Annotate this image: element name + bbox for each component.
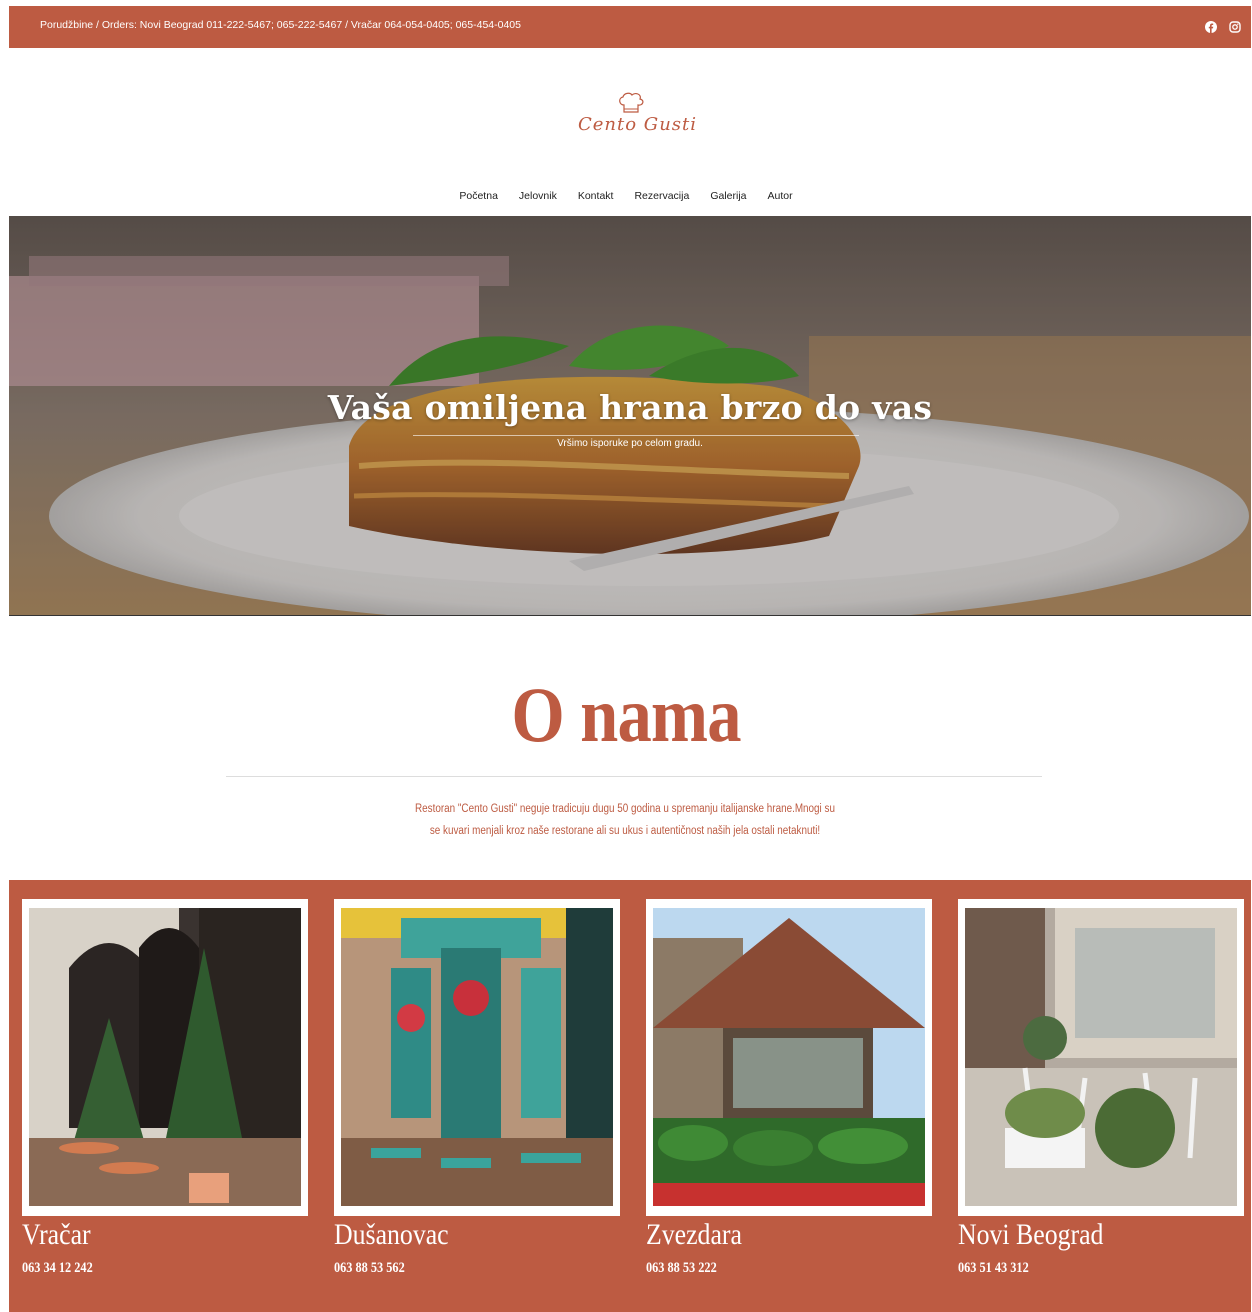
orders-info: Porudžbine / Orders: Novi Beograd 011-22… <box>40 19 521 31</box>
about-divider <box>226 776 1042 777</box>
nav-item-galerija[interactable]: Galerija <box>710 190 746 202</box>
locations-section: Vračar 063 34 12 242 Dušanovac 063 88 53 <box>9 880 1251 1312</box>
social-links <box>1205 21 1241 33</box>
top-bar: Porudžbine / Orders: Novi Beograd 011-22… <box>9 6 1251 48</box>
instagram-icon[interactable] <box>1229 21 1241 33</box>
location-photo-vracar <box>29 908 301 1206</box>
location-phone[interactable]: 063 51 43 312 <box>958 1260 1193 1277</box>
location-phone[interactable]: 063 34 12 242 <box>22 1260 257 1277</box>
location-photo-zvezdara <box>653 908 925 1206</box>
location-photo-dusanovac <box>341 908 613 1206</box>
location-photo-novi-beograd <box>965 908 1237 1206</box>
location-name: Novi Beograd <box>958 1218 1104 1251</box>
main-nav: Početna Jelovnik Kontakt Rezervacija Gal… <box>0 190 1252 202</box>
location-name: Zvezdara <box>646 1218 742 1251</box>
location-phone[interactable]: 063 88 53 562 <box>334 1260 569 1277</box>
hero-title: Vaša omiljena hrana brzo do vas <box>327 388 933 427</box>
about-title: O nama <box>511 671 741 758</box>
location-card[interactable]: Zvezdara 063 88 53 222 <box>646 899 932 1277</box>
location-card[interactable]: Novi Beograd 063 51 43 312 <box>958 899 1244 1277</box>
location-phone[interactable]: 063 88 53 222 <box>646 1260 881 1277</box>
location-name: Vračar <box>22 1218 91 1251</box>
location-name: Dušanovac <box>334 1218 449 1251</box>
site-logo[interactable]: Cento Gusti <box>570 92 700 140</box>
facebook-icon[interactable] <box>1205 21 1217 33</box>
location-card[interactable]: Vračar 063 34 12 242 <box>22 899 308 1277</box>
about-text: Restoran "Cento Gusti" neguje tradicuju … <box>415 803 835 837</box>
nav-item-autor[interactable]: Autor <box>768 190 793 202</box>
chef-hat-icon <box>619 92 644 113</box>
nav-item-kontakt[interactable]: Kontakt <box>578 190 614 202</box>
hero-banner: Vaša omiljena hrana brzo do vas Vršimo i… <box>9 216 1251 616</box>
logo-text: Cento Gusti <box>578 114 698 135</box>
nav-item-jelovnik[interactable]: Jelovnik <box>519 190 557 202</box>
hero-divider <box>413 435 859 436</box>
hero-subtitle: Vršimo isporuke po celom gradu. <box>557 438 703 449</box>
nav-item-rezervacija[interactable]: Rezervacija <box>634 190 689 202</box>
nav-item-pocetna[interactable]: Početna <box>459 190 498 202</box>
location-card[interactable]: Dušanovac 063 88 53 562 <box>334 899 620 1277</box>
